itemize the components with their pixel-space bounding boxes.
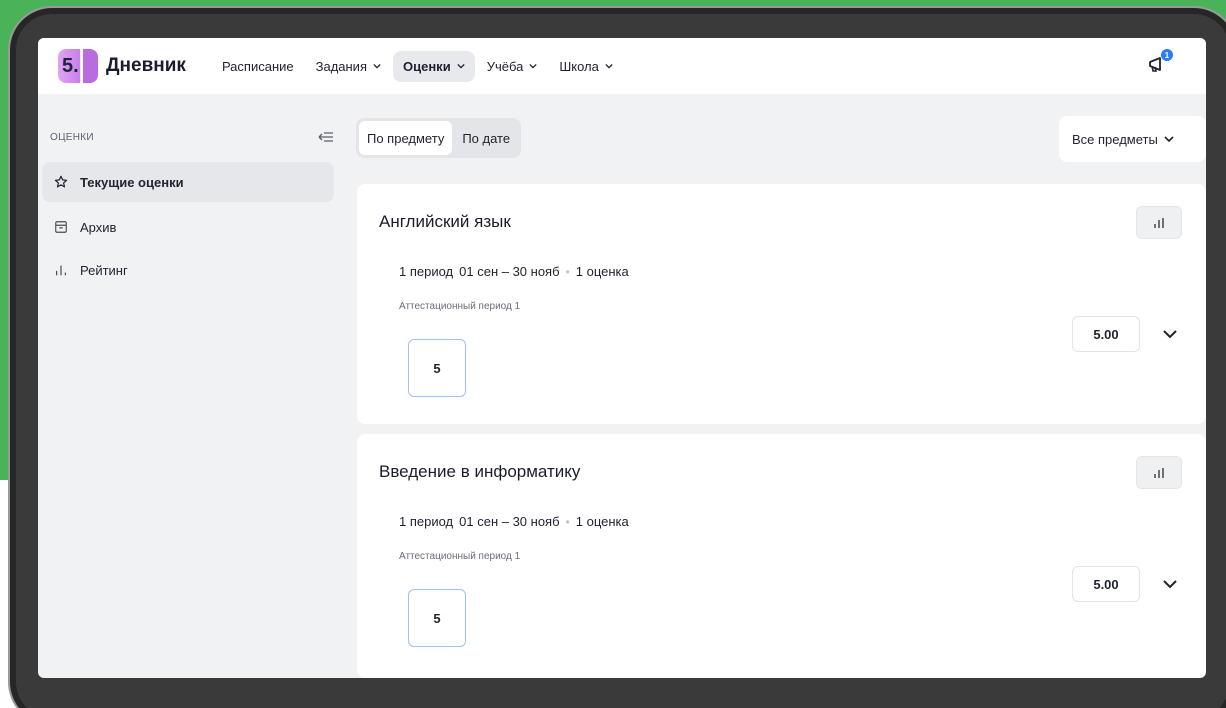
period-summary: 1 период 01 сен – 30 нояб • 1 оценка: [399, 514, 629, 529]
tab-by-date[interactable]: По дате: [454, 121, 518, 155]
chevron-down-icon: [373, 63, 381, 69]
tab-label: По предмету: [367, 130, 445, 146]
sidebar-heading: ОЦЕНКИ: [50, 132, 94, 143]
bar-chart-icon: [1154, 217, 1164, 228]
nav-item-tasks[interactable]: Задания: [306, 51, 391, 82]
sidebar-item-current-grades[interactable]: Текущие оценки: [42, 162, 334, 202]
tab-label: По дате: [462, 130, 511, 146]
app-name[interactable]: Дневник: [106, 55, 186, 77]
nav-item-study[interactable]: Учёба: [477, 51, 548, 82]
subject-filter-dropdown[interactable]: Все предметы: [1059, 116, 1206, 162]
logo-number: 5.: [62, 54, 79, 77]
chevron-down-icon: [529, 63, 537, 69]
chevron-down-icon: [457, 63, 465, 69]
app-screen: 5. Дневник Расписание Задания Оценки Учё…: [38, 38, 1206, 678]
nav-item-label: Учёба: [486, 58, 524, 74]
sidebar-item-archive[interactable]: Архив: [42, 207, 334, 247]
nav-item-label: Школа: [559, 58, 599, 74]
chevron-down-icon: [1164, 136, 1174, 143]
subject-card: Английский язык 1 период 01 сен – 30 ноя…: [357, 184, 1206, 424]
nav-item-label: Расписание: [221, 58, 294, 74]
notifications-button[interactable]: 1: [1146, 49, 1173, 76]
archive-icon: [55, 221, 67, 233]
period-summary: 1 период 01 сен – 30 нояб • 1 оценка: [399, 264, 629, 279]
sidebar-item-label: Рейтинг: [80, 262, 128, 278]
expand-chevron-icon[interactable]: [1160, 574, 1180, 594]
period-dates: 01 сен – 30 нояб: [459, 264, 560, 279]
grade-mark[interactable]: 5: [408, 589, 466, 647]
period-name: Аттестационный период 1: [399, 301, 521, 312]
average-grade: 5.00: [1072, 316, 1140, 352]
grade-mark[interactable]: 5: [408, 339, 466, 397]
nav-item-label: Задания: [315, 58, 367, 74]
separator-dot: •: [565, 264, 570, 279]
stats-button[interactable]: [1136, 456, 1182, 489]
average-value: 5.00: [1093, 326, 1119, 342]
period-dates: 01 сен – 30 нояб: [459, 514, 560, 529]
chevron-down-icon: [605, 63, 613, 69]
logo-icon[interactable]: 5.: [58, 49, 98, 83]
subject-filter-value: Все предметы: [1072, 131, 1158, 147]
bar-chart-icon: [1154, 467, 1164, 478]
rating-bars-icon: [56, 265, 66, 276]
period-name: Аттестационный период 1: [399, 551, 521, 562]
subject-title: Введение в информатику: [379, 462, 581, 481]
sidebar-item-label: Архив: [80, 219, 117, 235]
subject-title: Английский язык: [379, 212, 511, 231]
subject-card: Введение в информатику 1 период 01 сен –…: [357, 434, 1206, 678]
period-label: 1 период: [399, 514, 454, 529]
star-icon: [54, 175, 68, 188]
notification-badge: 1: [1161, 49, 1173, 61]
average-value: 5.00: [1093, 576, 1119, 592]
tab-by-subject[interactable]: По предмету: [359, 121, 453, 155]
average-grade: 5.00: [1072, 566, 1140, 602]
expand-chevron-icon[interactable]: [1160, 324, 1180, 344]
period-label: 1 период: [399, 264, 454, 279]
sidebar-item-rating[interactable]: Рейтинг: [42, 250, 334, 290]
grade-count: 1 оценка: [575, 514, 629, 529]
separator-dot: •: [565, 514, 570, 529]
collapse-sidebar-icon[interactable]: [318, 130, 334, 144]
sidebar: ОЦЕНКИ Текущие оценки Архив Рейтинг: [38, 94, 344, 678]
view-tabs: По предмету По дате: [356, 118, 522, 158]
top-navigation: 5. Дневник Расписание Задания Оценки Учё…: [38, 38, 1206, 94]
nav-item-grades[interactable]: Оценки: [393, 50, 475, 82]
grade-value: 5: [433, 360, 441, 376]
nav-item-school[interactable]: Школа: [549, 51, 623, 82]
nav-item-schedule[interactable]: Расписание: [212, 51, 304, 82]
grade-value: 5: [433, 610, 441, 626]
sidebar-item-label: Текущие оценки: [80, 174, 184, 190]
nav-item-label: Оценки: [403, 58, 451, 74]
grade-count: 1 оценка: [575, 264, 629, 279]
stats-button[interactable]: [1136, 206, 1182, 239]
